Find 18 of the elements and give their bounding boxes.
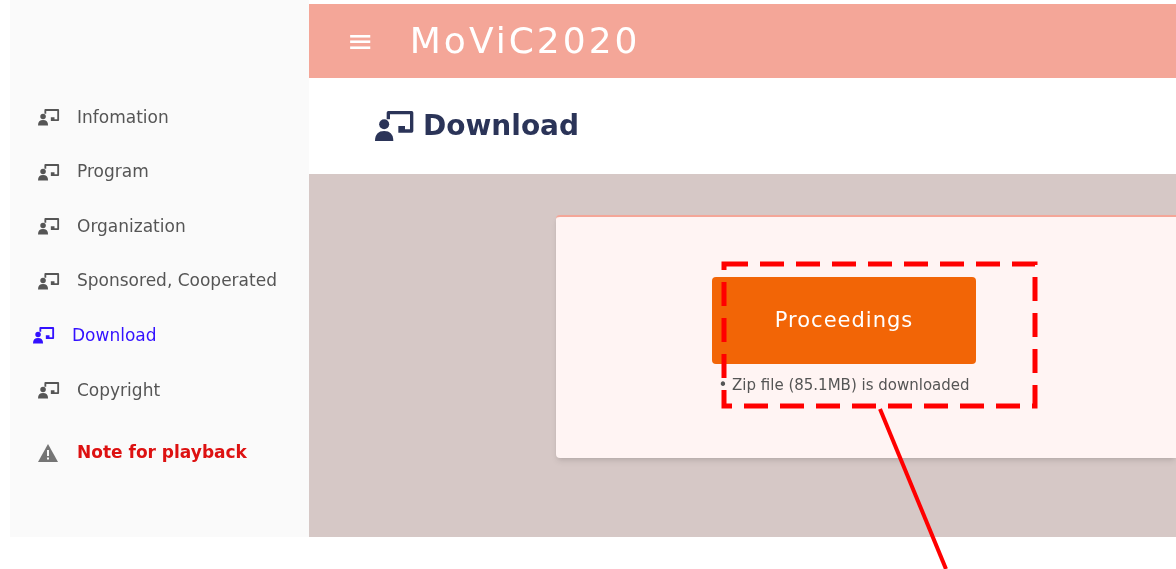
download-note: • Zip file (85.1MB) is downloaded	[718, 375, 970, 396]
sidebar-item[interactable]: Sponsored, Cooperated	[10, 253, 309, 309]
presenter-board-icon	[375, 109, 415, 143]
presenter-board-icon	[38, 107, 60, 127]
presenter-board-icon	[38, 380, 60, 400]
sidebar-item[interactable]: Note for playback	[10, 425, 309, 480]
page-title: Download	[423, 108, 580, 144]
presenter-board-icon	[38, 162, 60, 182]
presenter-board-icon	[38, 217, 60, 236]
presenter-board-icon	[33, 326, 55, 345]
sidebar-item[interactable]: Infomation	[10, 90, 309, 145]
sidebar-item[interactable]: Copyright	[10, 362, 309, 418]
warning-icon	[38, 443, 58, 462]
app-title: MoViC2020	[409, 19, 641, 63]
sidebar-item[interactable]: Download	[10, 308, 309, 363]
sidebar-item[interactable]: Organization	[10, 199, 309, 254]
sidebar-item[interactable]: Program	[10, 144, 309, 200]
presenter-board-icon	[38, 271, 60, 291]
